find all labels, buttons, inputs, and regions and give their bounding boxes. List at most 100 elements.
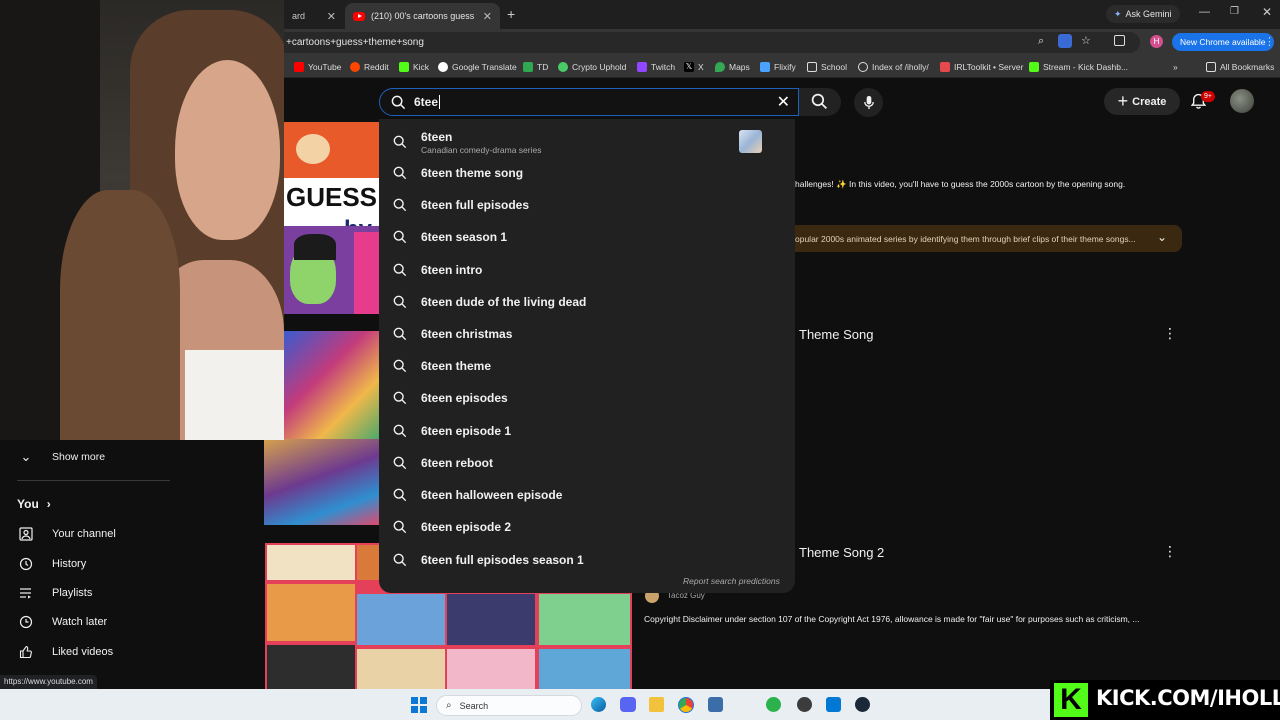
close-icon[interactable]: ✕ [321, 10, 336, 23]
you-label: You [17, 497, 39, 511]
suggestion-text: 6teen halloween episode [421, 488, 563, 502]
suggestion-text-group: 6teen christmas [421, 327, 512, 341]
search-suggestion[interactable]: 6teen theme [379, 350, 795, 382]
search-suggestion[interactable]: 6teen full episodes [379, 189, 795, 221]
tab-dashboard[interactable]: ard ✕ [284, 3, 344, 29]
search-button[interactable] [799, 88, 841, 116]
sidebar-item-label: History [52, 557, 87, 570]
suggestion-text: 6teen intro [421, 263, 483, 277]
ask-gemini-button[interactable]: ✦ Ask Gemini [1106, 5, 1180, 23]
bookmark-kick-dashboard[interactable]: Stream - Kick Dashb... [1029, 60, 1128, 74]
window-close-icon[interactable]: ✕ [1262, 5, 1272, 19]
bookmark-index[interactable]: Index of /iholly/ [858, 60, 929, 74]
search-suggestion[interactable]: 6teen episode 2 [379, 511, 795, 543]
chrome-icon[interactable] [678, 697, 694, 713]
gemini-icon: ✦ [1114, 8, 1122, 19]
bookmark-maps[interactable]: Maps [715, 60, 750, 74]
search-suggestion[interactable]: 6teen dude of the living dead [379, 286, 795, 318]
suggestion-text-group: 6teen episodes [421, 391, 508, 405]
edge-icon[interactable] [591, 697, 606, 712]
chevron-right-icon: › [46, 497, 51, 511]
bookmark-td[interactable]: TD [523, 60, 548, 74]
bookmark-twitch[interactable]: Twitch [637, 60, 675, 74]
voice-search-button[interactable] [854, 88, 883, 117]
bookmark-flixify[interactable]: Flixify [760, 60, 796, 74]
video-title[interactable]: Theme Song [799, 327, 873, 342]
search-icon [379, 198, 421, 212]
suggestion-text: 6teen episodes [421, 391, 508, 405]
search-suggestion[interactable]: 6teen Canadian comedy-drama series [379, 126, 795, 158]
search-input[interactable]: 6tee ✕ [379, 88, 799, 116]
new-tab-icon[interactable]: + [507, 6, 515, 22]
bookmark-irltoolkit[interactable]: IRLToolkit • Server [940, 60, 1023, 74]
search-suggestion[interactable]: 6teen episodes [379, 382, 795, 414]
zoom-icon[interactable]: ⌕ [1038, 35, 1044, 48]
sidebar-item-your-channel[interactable]: Your channel [0, 519, 170, 548]
suggestion-text-group: 6teen halloween episode [421, 488, 562, 502]
suggestion-text-group: 6teen intro [421, 263, 482, 277]
bookmark-youtube[interactable]: YouTube [294, 60, 341, 74]
windows-start-icon[interactable] [411, 697, 427, 713]
suggestion-text: 6teen episode 2 [421, 520, 512, 534]
tab-youtube[interactable]: (210) 00's cartoons guess them ✕ [345, 3, 500, 29]
search-suggestion[interactable]: 6teen season 1 [379, 221, 795, 253]
profile-avatar[interactable]: H [1150, 35, 1163, 48]
discord-icon[interactable] [620, 697, 636, 712]
star-icon[interactable]: ☆ [1081, 34, 1091, 47]
search-suggestion[interactable]: 6teen intro [379, 254, 795, 286]
video-description: Copyright Disclaimer under section 107 o… [644, 614, 1140, 624]
app-icon[interactable] [708, 697, 723, 712]
search-suggestion[interactable]: 6teen reboot [379, 447, 795, 479]
suggestion-text-group: 6teen theme song [421, 166, 523, 180]
obs-icon[interactable] [797, 697, 812, 712]
bookmark-label: YouTube [308, 62, 342, 72]
report-predictions-link[interactable]: Report search predictions [683, 576, 780, 586]
search-suggestion[interactable]: 6teen full episodes season 1 [379, 544, 795, 576]
minimize-icon[interactable]: — [1199, 6, 1210, 18]
app-icon[interactable] [766, 697, 781, 712]
you-section-header[interactable]: You › [17, 497, 51, 511]
search-icon [379, 295, 421, 309]
create-button[interactable]: + Create [1104, 88, 1180, 115]
sidebar-item-watch-later[interactable]: Watch later [0, 607, 170, 636]
clear-search-icon[interactable]: ✕ [777, 92, 790, 112]
file-explorer-icon[interactable] [649, 697, 664, 712]
ai-summary-box[interactable]: opular 2000s animated series by identify… [795, 225, 1182, 252]
search-suggestion[interactable]: 6teen episode 1 [379, 415, 795, 447]
search-suggestion[interactable]: 6teen halloween episode [379, 479, 795, 511]
install-app-icon[interactable] [1058, 34, 1072, 48]
sidebar-item-playlists[interactable]: Playlists [0, 578, 170, 607]
chevron-down-icon[interactable]: ⌄ [1157, 230, 1167, 244]
close-icon[interactable]: ✕ [477, 10, 492, 23]
bookmark-kick[interactable]: Kick [399, 60, 429, 74]
steam-icon[interactable] [855, 697, 870, 712]
all-bookmarks[interactable]: All Bookmarks [1206, 60, 1274, 74]
taskbar-search[interactable]: ⌕ Search [436, 695, 582, 716]
video-thumbnail[interactable]: GUESS T by [284, 122, 380, 314]
maximize-icon[interactable]: ❐ [1230, 6, 1239, 17]
more-actions-icon[interactable]: ⋮ [1163, 543, 1177, 560]
search-suggestion[interactable]: 6teen christmas [379, 318, 795, 350]
extensions-icon[interactable] [1114, 35, 1125, 46]
show-more-button[interactable]: ⌄ Show more [0, 442, 170, 471]
new-chrome-button[interactable]: New Chrome available [1172, 33, 1274, 51]
status-bar-url: https://www.youtube.com [0, 675, 97, 689]
search-suggestion[interactable]: 6teen theme song [379, 157, 795, 189]
bookmark-crypto-uphold[interactable]: Crypto Uphold [558, 60, 626, 74]
more-actions-icon[interactable]: ⋮ [1163, 325, 1177, 342]
sidebar-item-history[interactable]: History [0, 549, 170, 578]
bookmark-x[interactable]: 𝕏X [684, 60, 704, 74]
sidebar-item-liked-videos[interactable]: Liked videos [0, 637, 170, 666]
video-thumbnail[interactable] [264, 439, 380, 525]
bookmark-reddit[interactable]: Reddit [350, 60, 389, 74]
video-thumbnail[interactable] [284, 331, 380, 439]
twitch-icon [637, 62, 647, 72]
bookmark-school[interactable]: School [807, 60, 847, 74]
avatar[interactable] [1230, 89, 1254, 113]
vscode-icon[interactable] [826, 697, 841, 712]
menu-dots-icon[interactable]: ⋮ [1264, 35, 1275, 48]
bookmark-google-translate[interactable]: Google Translate [438, 60, 517, 74]
video-title[interactable]: Theme Song 2 [799, 545, 884, 560]
search-icon [379, 230, 421, 244]
bookmarks-overflow-icon[interactable]: » [1173, 60, 1178, 74]
